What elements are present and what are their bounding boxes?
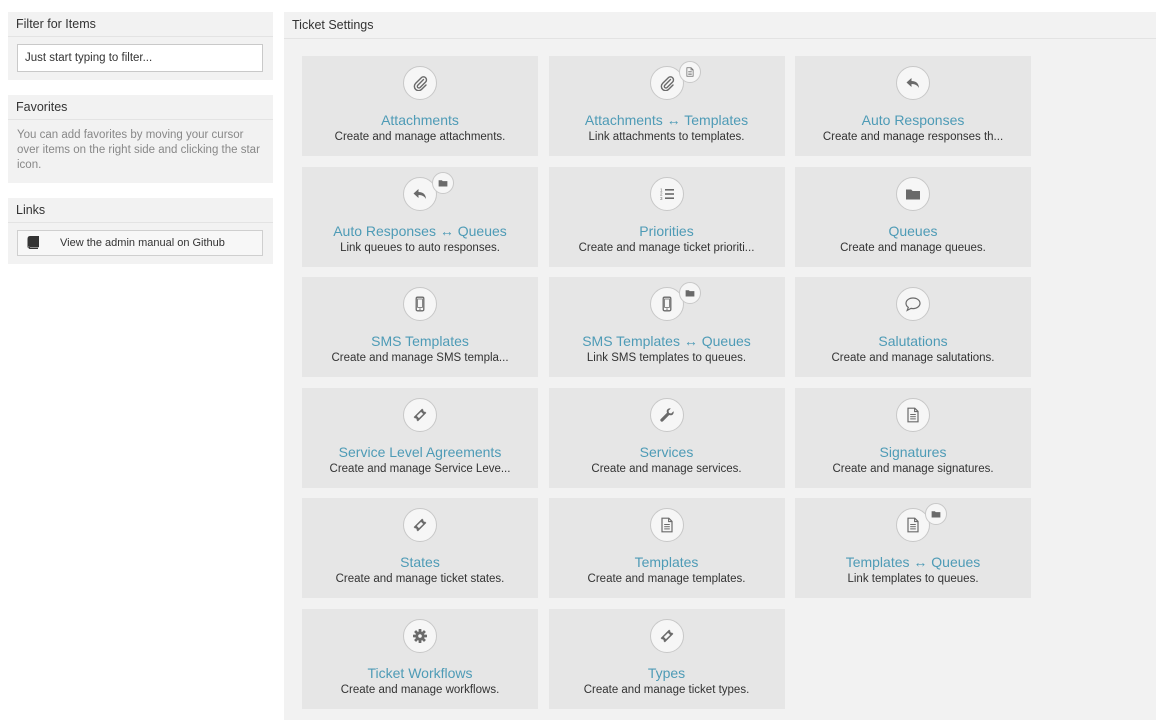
badge-document-icon <box>678 61 701 83</box>
admin-tile[interactable]: States Create and manage ticket states. <box>302 498 538 599</box>
badge-folder-icon <box>432 171 454 194</box>
admin-tile[interactable]: Ticket Workflows Create and manage workfl… <box>302 608 538 709</box>
tile-title[interactable]: Auto Responses ↔ Queues <box>302 223 538 239</box>
page-title: Ticket Settings <box>284 12 1156 39</box>
wrench-icon <box>649 397 684 432</box>
tile-title[interactable]: Templates ↔ Queues <box>795 554 1031 570</box>
admin-tile[interactable]: Types Create and manage ticket types. <box>548 608 785 709</box>
admin-tile[interactable]: Queues Create and manage queues. <box>795 166 1031 267</box>
tile-description: Link attachments to templates. <box>588 131 745 143</box>
tile-description: Link templates to queues. <box>847 573 979 586</box>
ticket-icon <box>649 618 684 653</box>
tile-description: Create and manage SMS templa... <box>331 352 509 365</box>
ordered-list-icon: 123 <box>649 176 684 211</box>
favorites-hint: You can add favorites by moving your cur… <box>17 129 260 171</box>
tile-title[interactable]: SMS Templates <box>302 333 538 349</box>
tile-description: Create and manage queues. <box>840 241 986 254</box>
links-box: Links View the admin manual on Github <box>8 198 273 264</box>
tile-description: Create and manage Service Leve... <box>329 462 511 475</box>
tile-description: Create and manage services. <box>591 462 742 475</box>
admin-tile[interactable]: Services Create and manage services. <box>548 387 785 488</box>
favorites-box: Favorites You can add favorites by movin… <box>8 95 273 183</box>
book-icon <box>26 236 40 250</box>
document-icon <box>649 508 684 543</box>
speech-bubble-icon <box>896 287 930 322</box>
links-box-title: Links <box>8 198 273 223</box>
ticket-icon <box>403 397 437 432</box>
badge-folder-icon <box>925 503 947 526</box>
admin-tile[interactable]: Salutations Create and manage salutations… <box>795 277 1031 378</box>
tile-title[interactable]: Attachments <box>302 112 538 128</box>
folder-icon <box>896 176 930 211</box>
tile-description: Create and manage ticket prioriti... <box>578 241 755 254</box>
tile-description: Create and manage ticket types. <box>583 683 750 696</box>
admin-tile[interactable]: Templates ↔ Queues Link templates to queu… <box>795 498 1031 599</box>
reply-icon <box>896 66 930 100</box>
admin-manual-link[interactable]: View the admin manual on Github <box>17 230 263 256</box>
tile-description: Link SMS templates to queues. <box>586 352 747 365</box>
tile-title[interactable]: Service Level Agreements <box>302 444 538 460</box>
tile-description: Create and manage attachments. <box>334 131 506 143</box>
admin-tile[interactable]: Attachments Create and manage attachments… <box>302 56 538 156</box>
svg-text:3: 3 <box>660 195 663 200</box>
filter-input[interactable] <box>17 44 263 72</box>
tile-title[interactable]: Attachments ↔ Templates <box>549 112 785 128</box>
admin-tile[interactable]: 1 2 3 Priorities Create and manage ticket pr… <box>548 166 785 267</box>
admin-tile[interactable]: Templates Create and manage templates. <box>548 498 785 599</box>
tile-description: Create and manage templates. <box>587 573 746 586</box>
favorites-box-title: Favorites <box>8 95 273 120</box>
paperclip-icon <box>403 66 437 100</box>
tile-title[interactable]: Auto Responses <box>795 112 1031 128</box>
tile-description: Create and manage ticket states. <box>335 573 505 586</box>
tile-title[interactable]: Services <box>549 444 785 460</box>
links-box-content: View the admin manual on Github <box>8 223 273 264</box>
tile-title[interactable]: Queues <box>795 223 1031 239</box>
tile-title[interactable]: Priorities <box>549 223 785 239</box>
admin-tile[interactable]: Auto Responses Create and manage response… <box>795 56 1031 156</box>
tile-description: Create and manage salutations. <box>831 352 995 365</box>
tile-description: Create and manage signatures. <box>832 462 994 475</box>
favorites-box-content: You can add favorites by moving your cur… <box>8 120 273 183</box>
tile-title[interactable]: SMS Templates ↔ Queues <box>549 333 785 349</box>
badge-folder-icon <box>678 282 701 305</box>
filter-box-title: Filter for Items <box>8 12 273 37</box>
ticket-icon <box>403 508 437 543</box>
sidebar: Filter for Items Favorites You can add f… <box>8 12 273 279</box>
admin-tile[interactable]: Signatures Create and manage signatures. <box>795 387 1031 488</box>
tile-title[interactable]: States <box>302 554 538 570</box>
tile-grid: Attachments Create and manage attachments… <box>302 56 1031 709</box>
tile-description: Link queues to auto responses. <box>340 241 500 254</box>
admin-tile[interactable]: SMS Templates ↔ Queues Link SMS templates… <box>548 277 785 378</box>
admin-tile[interactable]: Attachments ↔ Templates Link attachments … <box>548 56 785 156</box>
tile-description: Create and manage responses th... <box>822 131 1004 143</box>
admin-tile[interactable]: SMS Templates Create and manage SMS templ… <box>302 277 538 378</box>
tile-title[interactable]: Templates <box>549 554 785 570</box>
tile-title[interactable]: Ticket Workflows <box>302 665 538 681</box>
tile-title[interactable]: Types <box>549 665 785 681</box>
admin-tile[interactable]: Service Level Agreements Create and manag… <box>302 387 538 488</box>
tile-title[interactable]: Signatures <box>795 444 1031 460</box>
admin-tile[interactable]: Auto Responses ↔ Queues Link queues to au… <box>302 166 538 267</box>
gear-icon <box>403 618 437 653</box>
document-icon <box>896 397 930 432</box>
mobile-icon <box>403 287 437 322</box>
tile-title[interactable]: Salutations <box>795 333 1031 349</box>
tile-description: Create and manage workflows. <box>340 683 500 696</box>
filter-box-content <box>8 37 273 80</box>
admin-manual-label: View the admin manual on Github <box>60 237 225 249</box>
ticket-settings-panel: Ticket Settings Attachments Create and ma… <box>284 12 1156 720</box>
filter-box: Filter for Items <box>8 12 273 80</box>
